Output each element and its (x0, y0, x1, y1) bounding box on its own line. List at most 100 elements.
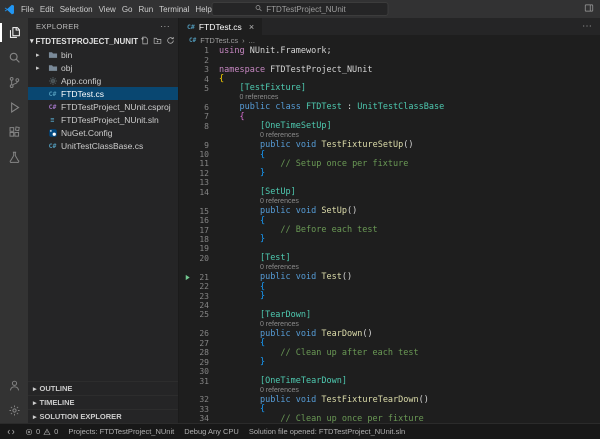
extensions-icon[interactable] (0, 120, 28, 145)
section-timeline[interactable]: ▸TIMELINE (28, 395, 178, 409)
breadcrumb[interactable]: C# FTDTest.cs › ... (179, 35, 600, 46)
search-icon[interactable] (0, 45, 28, 70)
code-editor[interactable]: 1using NUnit.Framework;23namespace FTDTe… (179, 46, 600, 423)
codelens-references[interactable]: 0 references (260, 264, 299, 271)
file-tree-item-bin[interactable]: ▸bin (28, 48, 178, 61)
code-text: } (219, 234, 265, 244)
breadcrumb-file[interactable]: FTDTest.cs (200, 36, 238, 45)
editor-actions-icon[interactable]: ⋯ (582, 21, 592, 32)
menu-terminal[interactable]: Terminal (156, 5, 192, 14)
command-center-search[interactable]: FTDTestProject_NUnit (212, 2, 389, 16)
explorer-icon[interactable] (0, 20, 28, 45)
settings-icon[interactable] (0, 398, 28, 423)
file-tree-item-ftdtestproject-nunit-sln[interactable]: ≡FTDTestProject_NUnit.sln (28, 113, 178, 126)
line-number: 11 (191, 159, 209, 168)
breadcrumb-symbol[interactable]: ... (249, 36, 255, 45)
line-number: 28 (191, 348, 209, 357)
menu-run[interactable]: Run (135, 5, 156, 14)
code-line: 11 // Setup once per fixture (179, 159, 600, 168)
line-number: 24 (191, 301, 209, 310)
code-line: 21 public void Test() (179, 273, 600, 282)
csharp-file-icon: C# (189, 37, 196, 44)
file-tree-item-obj[interactable]: ▸obj (28, 61, 178, 74)
code-line: 27 { (179, 339, 600, 348)
file-label: FTDTest.cs (61, 89, 104, 99)
code-text: } (219, 168, 265, 178)
code-line: 7 { (179, 112, 600, 121)
sln-icon: ≡ (47, 116, 58, 124)
close-tab-icon[interactable]: × (249, 22, 254, 32)
csharp-icon: C# (47, 90, 58, 98)
codelens-references[interactable]: 0 references (260, 387, 299, 394)
menu-go[interactable]: Go (119, 5, 136, 14)
status-solution[interactable]: Solution file opened: FTDTestProject_NUn… (249, 427, 405, 436)
codelens-references[interactable]: 0 references (239, 94, 278, 101)
code-line: 33 { (179, 405, 600, 414)
more-actions-icon[interactable]: ··· (160, 21, 170, 31)
line-number: 16 (191, 216, 209, 225)
line-number: 23 (191, 292, 209, 301)
code-line: 12 } (179, 169, 600, 178)
menu-view[interactable]: View (96, 5, 119, 14)
code-text: public class FTDTest : UnitTestClassBase (219, 102, 444, 112)
command-center-text: FTDTestProject_NUnit (266, 5, 346, 14)
line-number: 22 (191, 282, 209, 291)
section-label: TIMELINE (40, 398, 75, 407)
file-tree-item-nuget-config[interactable]: NuGet.Config (28, 126, 178, 139)
code-line: 34 // Clean up once per fixture (179, 414, 600, 423)
explorer-section-header[interactable]: ▾ FTDTESTPROJECT_NUNIT (28, 34, 178, 48)
line-number: 5 (191, 84, 209, 93)
layout-toggle-icon[interactable] (584, 3, 594, 15)
file-label: obj (61, 63, 72, 73)
code-line: 5 [TestFixture] (179, 84, 600, 93)
codelens-references[interactable]: 0 references (260, 198, 299, 205)
run-debug-icon[interactable] (0, 95, 28, 120)
line-number: 27 (191, 339, 209, 348)
codelens-references[interactable]: 0 references (260, 132, 299, 139)
status-debug-config[interactable]: Debug Any CPU (184, 427, 239, 436)
refresh-icon[interactable] (166, 36, 175, 47)
codelens-row: 0 references (179, 386, 600, 395)
menu-edit[interactable]: Edit (37, 5, 57, 14)
status-bar: 0 0 Projects: FTDTestProject_NUnit Debug … (0, 423, 600, 439)
section-outline[interactable]: ▸OUTLINE (28, 381, 178, 395)
line-number: 26 (191, 329, 209, 338)
chevron-down-icon: ▾ (30, 37, 34, 45)
file-tree: ▸bin▸objApp.configC#FTDTest.csC#FTDTestP… (28, 48, 178, 152)
line-number: 10 (191, 150, 209, 159)
file-tree-item-ftdtestproject-nunit-csproj[interactable]: C#FTDTestProject_NUnit.csproj (28, 100, 178, 113)
code-line: 20 [Test] (179, 254, 600, 263)
file-label: NuGet.Config (61, 128, 113, 138)
menu-selection[interactable]: Selection (57, 5, 96, 14)
run-test-icon[interactable] (179, 274, 191, 281)
file-tree-item-app-config[interactable]: App.config (28, 74, 178, 87)
file-tree-item-ftdtest-cs[interactable]: C#FTDTest.cs (28, 87, 178, 100)
account-icon[interactable] (0, 373, 28, 398)
code-line: 17 // Before each test (179, 225, 600, 234)
codelens-row: 0 references (179, 197, 600, 206)
new-folder-icon[interactable] (153, 36, 162, 47)
chevron-right-icon: ▸ (33, 399, 37, 407)
new-file-icon[interactable] (140, 36, 149, 47)
explorer-sidebar: EXPLORER ··· ▾ FTDTESTPROJECT_NUNIT ▸bin… (28, 18, 179, 423)
code-line: 13 (179, 178, 600, 187)
sidebar-title: EXPLORER ··· (28, 18, 178, 34)
code-line: 28 // Clean up after each test (179, 348, 600, 357)
line-number: 17 (191, 226, 209, 235)
code-line: 32 public void TestFixtureTearDown() (179, 395, 600, 404)
section-solution-explorer[interactable]: ▸SOLUTION EXPLORER (28, 409, 178, 423)
remote-indicator[interactable] (7, 428, 15, 436)
source-control-icon[interactable] (0, 70, 28, 95)
status-projects[interactable]: Projects: FTDTestProject_NUnit (68, 427, 174, 436)
menu-file[interactable]: File (18, 5, 37, 14)
testing-icon[interactable] (0, 145, 28, 170)
codelens-references[interactable]: 0 references (260, 321, 299, 328)
folder-icon (47, 63, 58, 73)
code-line: 3namespace FTDTestProject_NUnit (179, 65, 600, 74)
tab-ftdtest[interactable]: C# FTDTest.cs × (179, 18, 262, 35)
title-bar: FileEditSelectionViewGoRunTerminalHelp F… (0, 0, 600, 18)
problems-indicator[interactable]: 0 0 (25, 427, 58, 436)
code-line: 15 public void SetUp() (179, 206, 600, 215)
code-text: [OneTimeTearDown] (219, 376, 347, 386)
file-tree-item-unittestclassbase-cs[interactable]: C#UnitTestClassBase.cs (28, 139, 178, 152)
